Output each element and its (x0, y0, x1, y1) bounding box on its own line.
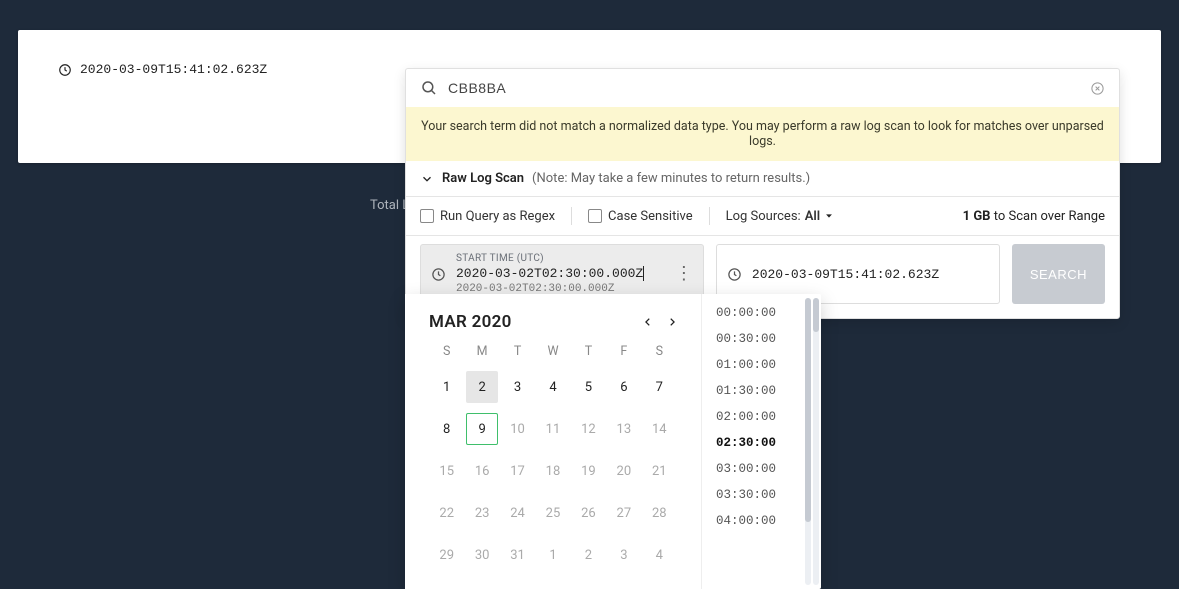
caret-down-icon (824, 211, 834, 221)
regex-checkbox[interactable]: Run Query as Regex (420, 209, 555, 224)
calendar-day: 14 (643, 413, 675, 445)
time-option[interactable]: 02:30:00 (702, 430, 803, 456)
time-option[interactable]: 04:00:00 (702, 508, 803, 534)
end-time-value: 2020-03-09T15:41:02.623Z (752, 267, 939, 282)
calendar-day: 27 (608, 497, 640, 529)
time-option[interactable]: 02:00:00 (702, 404, 803, 430)
calendar-day[interactable]: 9 (466, 413, 498, 445)
calendar-dow: S (642, 336, 677, 361)
calendar-dow: F (606, 336, 641, 361)
calendar-day: 17 (502, 455, 534, 487)
start-time-more-menu[interactable]: ⋮ (675, 272, 693, 276)
calendar-day[interactable]: 2 (466, 371, 498, 403)
calendar-dow: T (571, 336, 606, 361)
time-option[interactable]: 00:30:00 (702, 326, 803, 352)
clock-icon (58, 63, 72, 77)
time-option[interactable]: 03:00:00 (702, 456, 803, 482)
search-bar (406, 69, 1119, 107)
start-time-label: START TIME (UTC) (456, 253, 665, 264)
checkbox-box (420, 209, 434, 223)
calendar-day: 12 (572, 413, 604, 445)
calendar-dow: T (500, 336, 535, 361)
calendar-day: 23 (466, 497, 498, 529)
calendar-day: 11 (537, 413, 569, 445)
calendar-day: 24 (502, 497, 534, 529)
calendar-pane: MAR 2020 SMTWTFS123456789101112131415161… (405, 294, 701, 589)
clock-icon (727, 267, 742, 282)
calendar-day: 4 (643, 539, 675, 571)
calendar-dow: S (429, 336, 464, 361)
calendar-day[interactable]: 6 (608, 371, 640, 403)
calendar-dow: M (464, 336, 499, 361)
no-match-notice: Your search term did not match a normali… (406, 107, 1119, 161)
scan-size-value: 1 GB (963, 209, 991, 224)
log-sources-label: Log Sources: (726, 209, 801, 224)
log-sources-dropdown[interactable]: Log Sources: All (726, 209, 835, 224)
calendar-day: 10 (502, 413, 534, 445)
clock-icon (431, 267, 446, 282)
case-label: Case Sensitive (608, 209, 693, 224)
calendar-day: 13 (608, 413, 640, 445)
time-picker-pane: 00:00:0000:30:0001:00:0001:30:0002:00:00… (701, 294, 821, 589)
start-time-value: 2020-03-02T02:30:00.000Z (456, 266, 643, 281)
calendar-day: 29 (431, 539, 463, 571)
calendar-day[interactable]: 7 (643, 371, 675, 403)
checkbox-box (588, 209, 602, 223)
divider (709, 207, 710, 225)
scan-options-row: Run Query as Regex Case Sensitive Log So… (406, 197, 1119, 236)
time-option[interactable]: 01:00:00 (702, 352, 803, 378)
scan-size-info: 1 GB to Scan over Range (963, 209, 1105, 224)
calendar-month-title: MAR 2020 (429, 312, 512, 332)
background-total-label: Total L (370, 198, 409, 213)
search-button[interactable]: SEARCH (1012, 244, 1105, 304)
search-input[interactable] (448, 80, 1079, 96)
raw-log-scan-label: Raw Log Scan (442, 171, 524, 186)
calendar-day[interactable]: 5 (572, 371, 604, 403)
chevron-down-icon (420, 172, 434, 186)
log-sources-value: All (805, 209, 820, 224)
scan-size-suffix: to Scan over Range (994, 209, 1105, 224)
calendar-day: 20 (608, 455, 640, 487)
case-sensitive-checkbox[interactable]: Case Sensitive (588, 209, 693, 224)
divider (571, 207, 572, 225)
calendar-day: 15 (431, 455, 463, 487)
clear-search-button[interactable] (1089, 80, 1105, 96)
calendar-day[interactable]: 4 (537, 371, 569, 403)
calendar-day: 30 (466, 539, 498, 571)
search-icon (420, 79, 438, 97)
calendar-day: 19 (572, 455, 604, 487)
calendar-dow: W (535, 336, 570, 361)
calendar-day: 26 (572, 497, 604, 529)
calendar-day: 31 (502, 539, 534, 571)
time-scrollbar[interactable] (803, 294, 821, 589)
card-timestamp: 2020-03-09T15:41:02.623Z (80, 62, 267, 77)
calendar-day: 22 (431, 497, 463, 529)
calendar-day: 1 (537, 539, 569, 571)
calendar-day: 28 (643, 497, 675, 529)
calendar-day: 3 (608, 539, 640, 571)
datetime-picker-popover: MAR 2020 SMTWTFS123456789101112131415161… (405, 294, 821, 589)
calendar-grid: SMTWTFS123456789101112131415161718192021… (429, 336, 677, 571)
time-option[interactable]: 00:00:00 (702, 300, 803, 326)
time-option[interactable]: 01:30:00 (702, 378, 803, 404)
raw-log-scan-toggle[interactable]: Raw Log Scan (Note: May take a few minut… (406, 161, 1119, 197)
calendar-day: 21 (643, 455, 675, 487)
calendar-day: 25 (537, 497, 569, 529)
calendar-day: 2 (572, 539, 604, 571)
calendar-day: 18 (537, 455, 569, 487)
time-option[interactable]: 03:30:00 (702, 482, 803, 508)
search-panel: Your search term did not match a normali… (405, 68, 1120, 319)
calendar-day[interactable]: 1 (431, 371, 463, 403)
next-month-button[interactable] (667, 316, 677, 328)
calendar-day[interactable]: 3 (502, 371, 534, 403)
regex-label: Run Query as Regex (440, 209, 555, 224)
raw-log-scan-note: (Note: May take a few minutes to return … (532, 171, 810, 186)
calendar-day[interactable]: 8 (431, 413, 463, 445)
calendar-day: 16 (466, 455, 498, 487)
prev-month-button[interactable] (643, 316, 653, 328)
